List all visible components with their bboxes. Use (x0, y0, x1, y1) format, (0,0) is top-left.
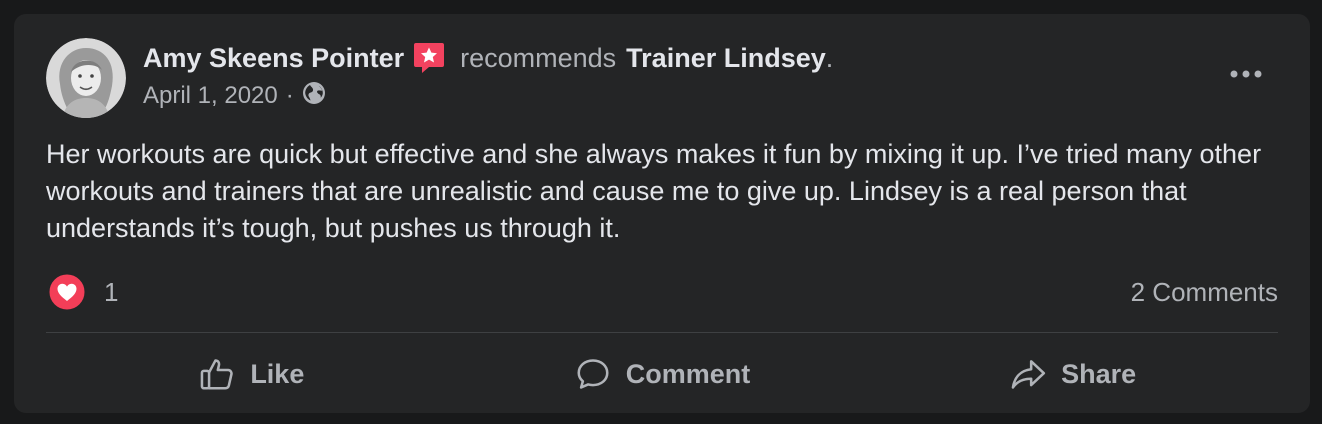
author-name-link[interactable]: Amy Skeens Pointer (143, 43, 404, 74)
avatar[interactable] (46, 38, 126, 118)
post-card: Amy Skeens Pointer recommends Trainer Li… (14, 14, 1310, 413)
page-name-link[interactable]: Trainer Lindsey (626, 43, 826, 74)
comment-button[interactable]: Comment (457, 344, 868, 404)
comment-label: Comment (625, 358, 751, 389)
share-label: Share (1061, 358, 1137, 389)
reaction-count: 1 (104, 276, 119, 307)
sentence-period: . (825, 42, 834, 73)
post-meta: April 1, 2020 · (143, 80, 326, 112)
recommend-star-badge-icon (412, 41, 446, 75)
comment-bubble-icon (577, 359, 609, 389)
comments-count-link[interactable]: 2 Comments (1131, 274, 1278, 310)
post-date-link[interactable]: April 1, 2020 (143, 82, 278, 110)
meta-separator: · (285, 82, 294, 109)
post-body-text: Her workouts are quick but effective and… (46, 139, 1262, 243)
post-action-bar: Like Comment Share (46, 344, 1278, 404)
share-arrow-icon (1011, 360, 1046, 389)
post-header: Amy Skeens Pointer recommends Trainer Li… (143, 40, 833, 76)
divider (46, 332, 1278, 333)
reactions-summary[interactable]: 1 (48, 272, 118, 312)
recommends-text: recommends (460, 42, 617, 73)
love-reaction-icon (48, 273, 86, 311)
share-button[interactable]: Share (867, 344, 1278, 404)
globe-icon[interactable] (302, 81, 326, 112)
more-horizontal-icon (1230, 70, 1262, 78)
like-label: Like (250, 358, 305, 389)
avatar-photo (46, 38, 126, 118)
like-button[interactable]: Like (46, 344, 457, 404)
more-options-button[interactable] (1226, 58, 1266, 90)
thumbs-up-icon (201, 359, 234, 390)
